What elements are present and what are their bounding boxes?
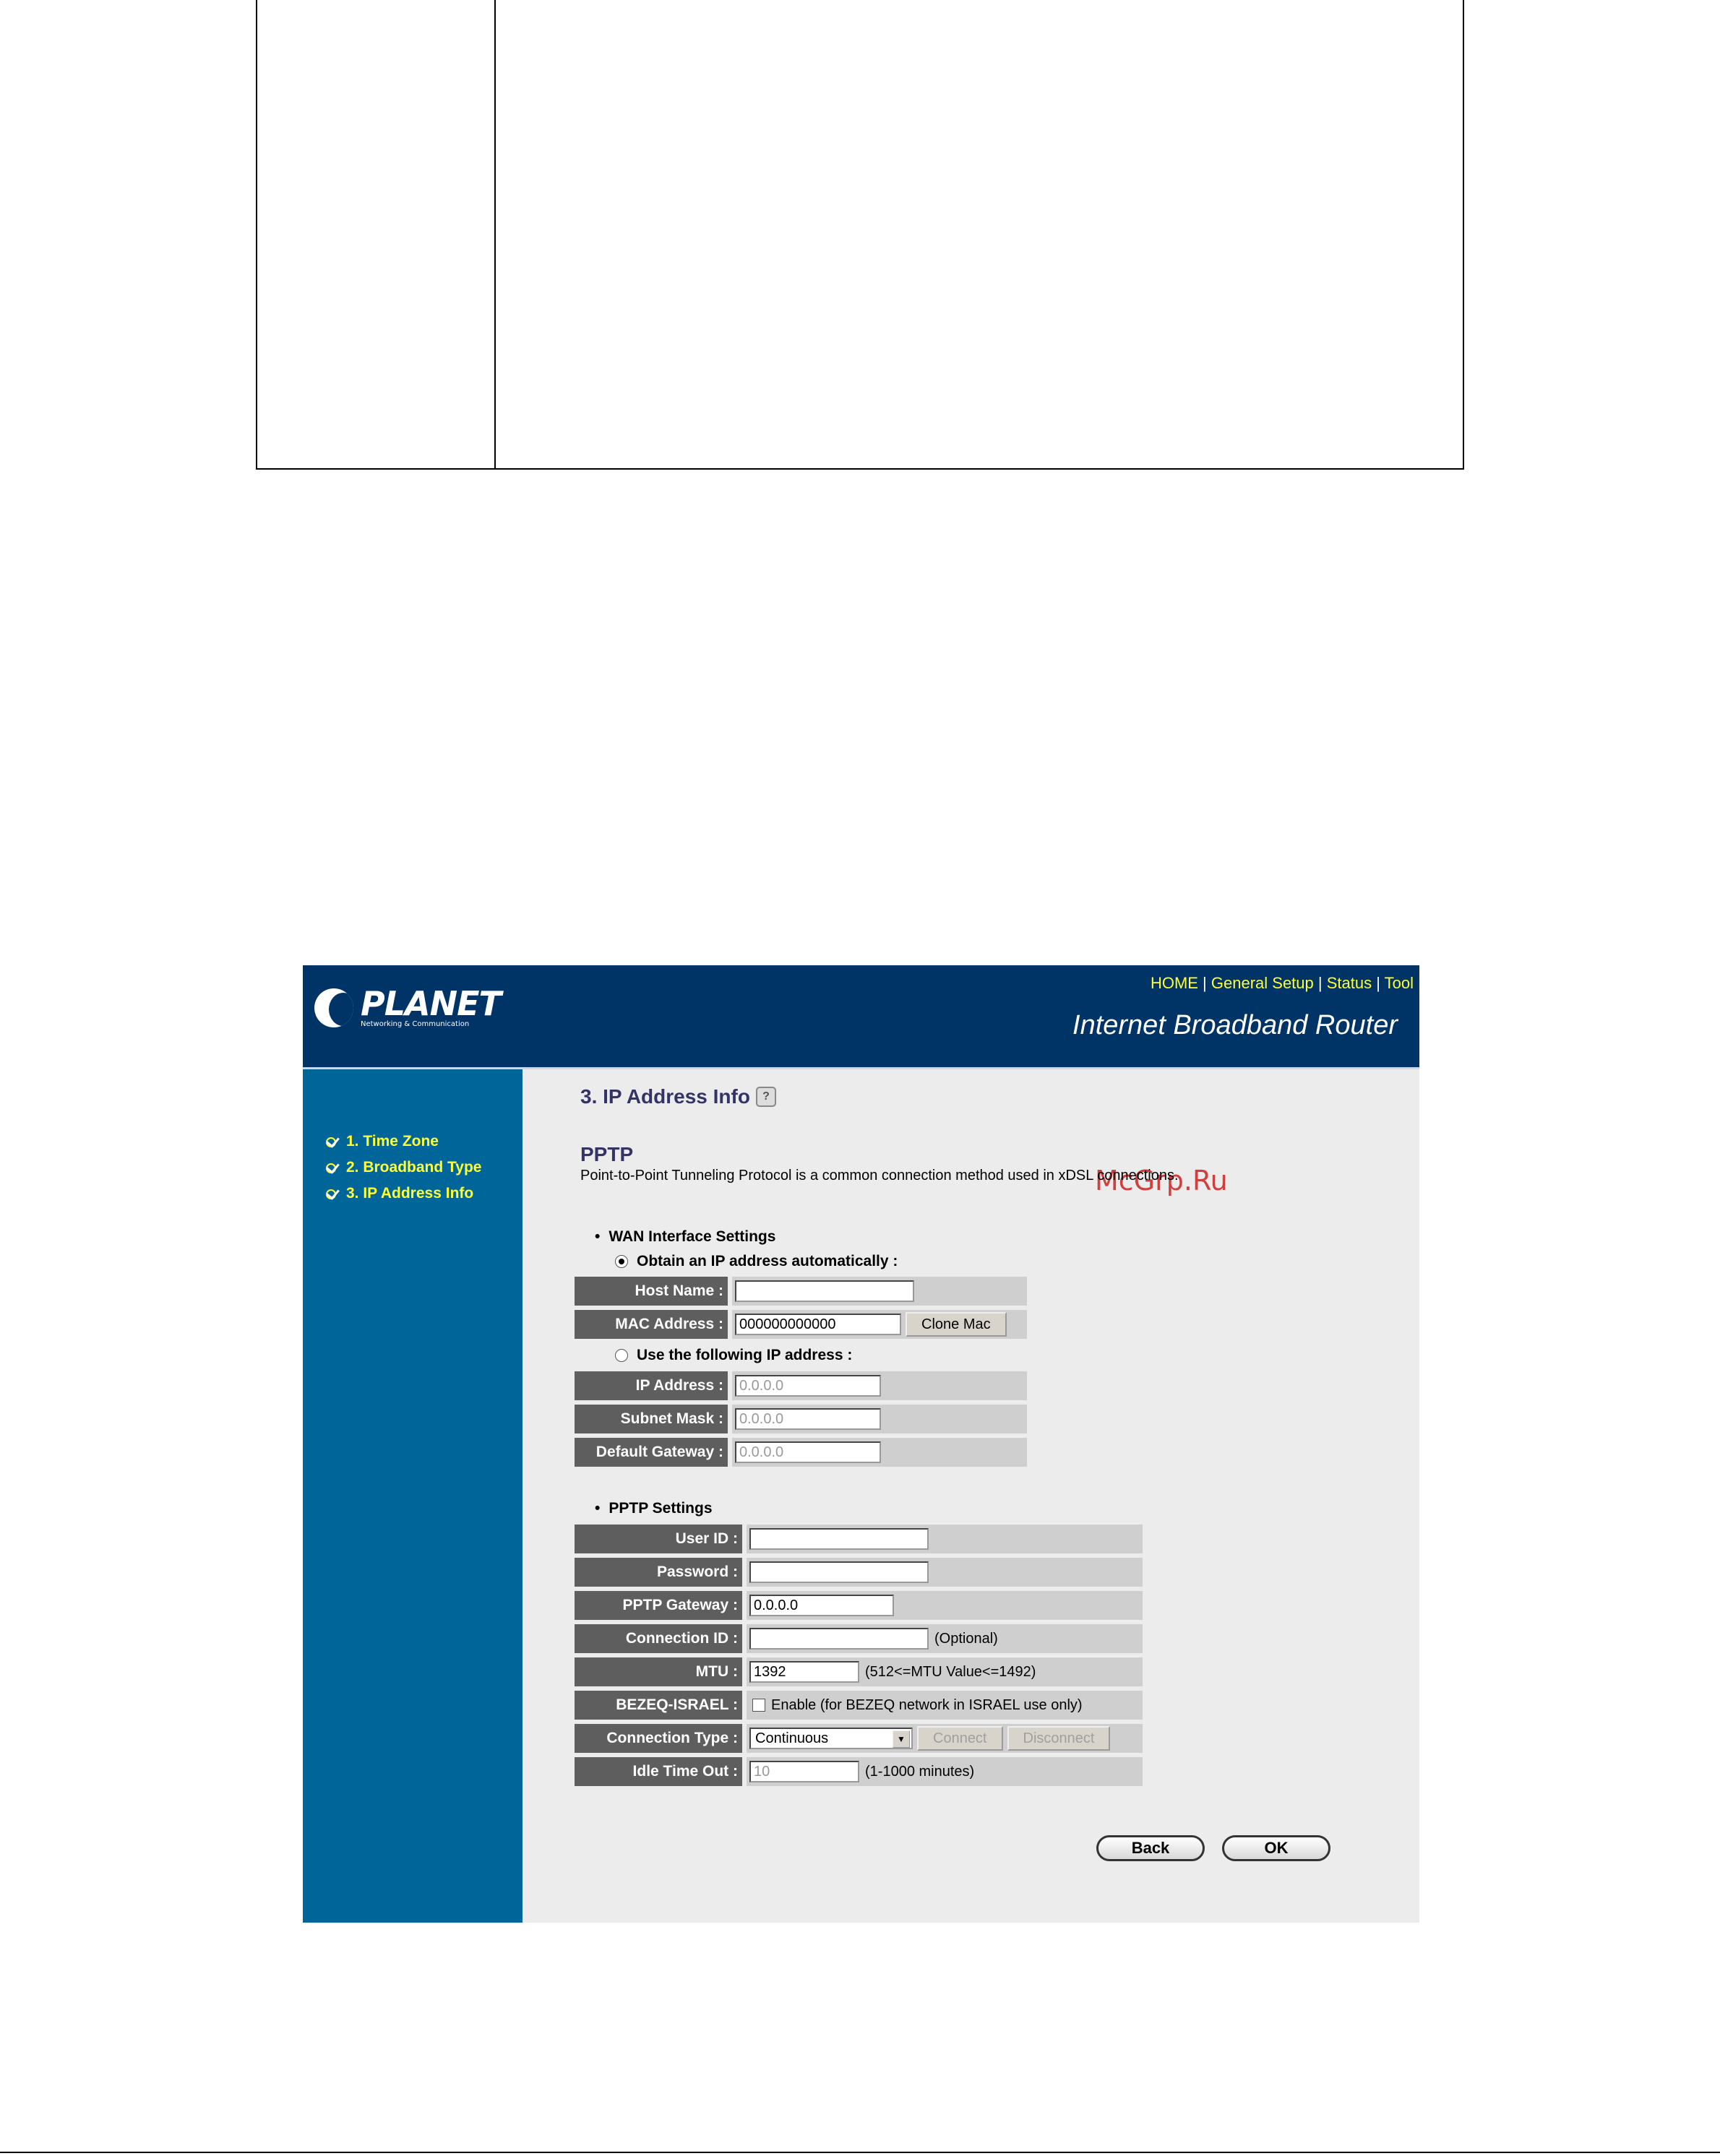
connection-id-label: Connection ID : <box>575 1624 742 1653</box>
router-title: Internet Broadband Router <box>1072 1010 1398 1040</box>
back-button[interactable]: Back <box>1096 1835 1205 1861</box>
password-row: Password : <box>575 1558 1143 1587</box>
ip-address-label: IP Address : <box>575 1371 728 1400</box>
sidebar-item-label: 1. Time Zone <box>346 1133 439 1150</box>
sidebar-item-label: 2. Broadband Type <box>346 1159 482 1176</box>
bezeq-row: BEZEQ-ISRAEL : Enable (for BEZEQ network… <box>575 1691 1143 1720</box>
bezeq-hint: Enable (for BEZEQ network in ISRAEL use … <box>771 1696 1083 1713</box>
ip-address-row: IP Address : 0.0.0.0 <box>575 1371 1027 1400</box>
mac-address-row: MAC Address : 000000000000 Clone Mac <box>575 1310 1027 1339</box>
obtain-auto-option[interactable]: Obtain an IP address automatically : <box>615 1253 898 1270</box>
mtu-hint: (512<=MTU Value<=1492) <box>865 1663 1036 1680</box>
connection-type-value: Continuous <box>755 1730 829 1746</box>
password-label: Password : <box>575 1558 742 1587</box>
planet-logo: PLANET Networking & Communication <box>314 983 502 1033</box>
bezeq-label: BEZEQ-ISRAEL : <box>575 1691 742 1720</box>
chevron-down-icon[interactable]: ▼ <box>893 1730 910 1748</box>
logo-name: PLANET <box>361 984 502 1023</box>
protocol-title: PPTP <box>580 1143 634 1165</box>
pptp-gateway-label: PPTP Gateway : <box>575 1591 742 1620</box>
obtain-auto-radio[interactable] <box>615 1255 628 1268</box>
sidebar-item-label: 3. IP Address Info <box>346 1185 474 1202</box>
mtu-row: MTU : 1392 (512<=MTU Value<=1492) <box>575 1657 1143 1686</box>
ok-button[interactable]: OK <box>1222 1835 1330 1861</box>
user-id-row: User ID : <box>575 1525 1143 1553</box>
table-column-divider <box>494 0 496 468</box>
idle-timeout-row: Idle Time Out : 10 (1-1000 minutes) <box>575 1757 1143 1786</box>
connection-type-select[interactable]: Continuous ▼ <box>749 1728 913 1749</box>
password-input[interactable] <box>749 1561 929 1583</box>
user-id-input[interactable] <box>749 1528 929 1550</box>
page-title: 3. IP Address Info ? <box>580 1085 776 1108</box>
default-gateway-row: Default Gateway : 0.0.0.0 <box>575 1438 1027 1467</box>
pptp-settings-heading: PPTP Settings <box>595 1500 712 1517</box>
connection-type-label: Connection Type : <box>575 1724 742 1753</box>
nav-status-link[interactable]: Status <box>1327 974 1372 992</box>
host-name-row: Host Name : <box>575 1277 1027 1306</box>
check-icon <box>324 1160 340 1176</box>
main-content: 3. IP Address Info ? McGrp.Ru PPTP Point… <box>523 1069 1419 1923</box>
connection-type-row: Connection Type : Continuous ▼ Connect D… <box>575 1724 1143 1753</box>
mtu-label: MTU : <box>575 1657 742 1686</box>
document-table <box>256 0 1464 470</box>
sidebar-item-broadband-type[interactable]: 2. Broadband Type <box>324 1155 481 1181</box>
obtain-auto-label: Obtain an IP address automatically : <box>637 1253 898 1269</box>
default-gateway-label: Default Gateway : <box>575 1438 728 1467</box>
planet-logo-icon <box>314 988 353 1027</box>
idle-timeout-hint: (1-1000 minutes) <box>865 1763 975 1780</box>
connection-id-hint: (Optional) <box>934 1630 998 1647</box>
host-name-input[interactable] <box>735 1280 914 1302</box>
nav-general-setup-link[interactable]: General Setup <box>1211 974 1314 992</box>
sidebar-item-ip-address-info[interactable]: 3. IP Address Info <box>324 1181 481 1207</box>
clone-mac-button[interactable]: Clone Mac <box>906 1312 1007 1337</box>
use-following-radio[interactable] <box>615 1349 628 1362</box>
ip-address-input[interactable]: 0.0.0.0 <box>735 1375 881 1397</box>
default-gateway-input[interactable]: 0.0.0.0 <box>735 1441 881 1463</box>
page-title-text: 3. IP Address Info <box>580 1085 750 1108</box>
top-nav: HOME | General Setup | Status | Tool <box>1150 974 1414 992</box>
use-following-label: Use the following IP address : <box>637 1347 853 1363</box>
connection-id-row: Connection ID : (Optional) <box>575 1624 1143 1653</box>
disconnect-button[interactable]: Disconnect <box>1007 1726 1111 1751</box>
use-following-option[interactable]: Use the following IP address : <box>615 1347 852 1364</box>
check-icon <box>324 1134 340 1150</box>
connection-id-input[interactable] <box>749 1628 929 1650</box>
router-screenshot: PLANET Networking & Communication HOME |… <box>303 965 1419 1923</box>
mac-address-label: MAC Address : <box>575 1310 728 1339</box>
wan-settings-heading: WAN Interface Settings <box>595 1228 775 1246</box>
sidebar: 1. Time Zone 2. Broadband Type 3. IP Add… <box>303 1069 523 1923</box>
subnet-mask-row: Subnet Mask : 0.0.0.0 <box>575 1405 1027 1433</box>
check-icon <box>324 1186 340 1202</box>
bezeq-checkbox[interactable] <box>752 1699 765 1712</box>
pptp-gateway-input[interactable]: 0.0.0.0 <box>749 1595 894 1616</box>
mtu-input[interactable]: 1392 <box>749 1661 859 1683</box>
header: PLANET Networking & Communication HOME |… <box>303 965 1419 1069</box>
mac-address-input[interactable]: 000000000000 <box>735 1314 901 1335</box>
help-icon[interactable]: ? <box>755 1087 776 1107</box>
pptp-gateway-row: PPTP Gateway : 0.0.0.0 <box>575 1591 1143 1620</box>
page-footer-line <box>0 2152 1720 2153</box>
subnet-mask-input[interactable]: 0.0.0.0 <box>735 1408 881 1430</box>
idle-timeout-label: Idle Time Out : <box>575 1757 742 1786</box>
nav-tool-link[interactable]: Tool <box>1385 974 1414 992</box>
host-name-label: Host Name : <box>575 1277 728 1306</box>
nav-home-link[interactable]: HOME <box>1151 974 1198 992</box>
idle-timeout-input[interactable]: 10 <box>749 1761 859 1782</box>
protocol-description: Point-to-Point Tunneling Protocol is a c… <box>580 1168 1179 1183</box>
connect-button[interactable]: Connect <box>917 1726 1003 1751</box>
sidebar-item-time-zone[interactable]: 1. Time Zone <box>324 1129 481 1155</box>
user-id-label: User ID : <box>575 1525 742 1553</box>
subnet-mask-label: Subnet Mask : <box>575 1405 728 1433</box>
